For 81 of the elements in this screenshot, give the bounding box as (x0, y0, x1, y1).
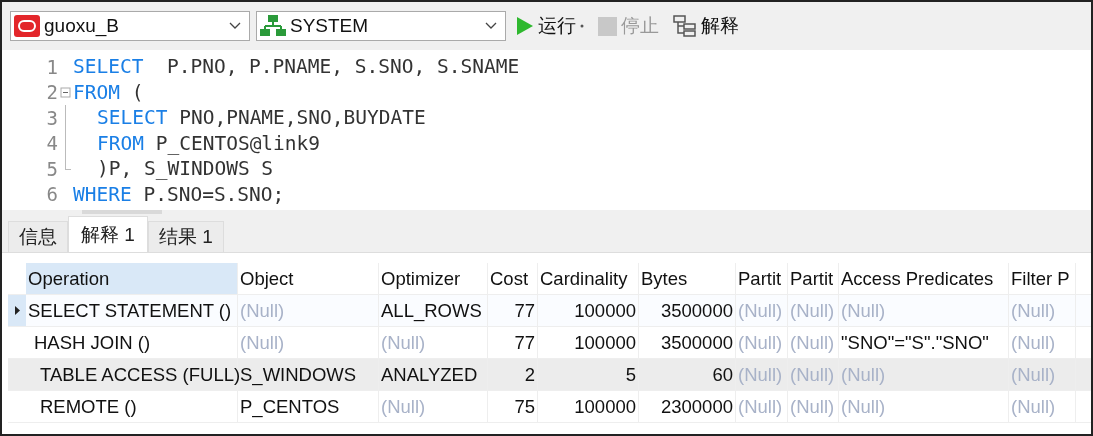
table-cell: (Null) (738, 363, 783, 386)
table-cell: 60 (712, 363, 733, 386)
column-header[interactable]: Partit (788, 263, 839, 294)
line-number: 4 (45, 132, 58, 155)
column-header[interactable]: Operation (26, 263, 238, 294)
column-header[interactable]: Cardinality (538, 263, 639, 294)
column-header[interactable]: Bytes (639, 263, 736, 294)
collapse-icon[interactable] (60, 86, 71, 98)
table-cell: 2 (524, 363, 535, 386)
code-line: WHERE P.SNO=S.SNO; (73, 182, 285, 206)
table-cell: S_WINDOWS (240, 363, 357, 386)
table-cell: 75 (514, 395, 535, 418)
tab[interactable]: 信息 (8, 221, 68, 252)
table-cell: (Null) (738, 395, 783, 418)
line-number: 6 (45, 183, 58, 206)
table-cell: (Null) (1011, 299, 1056, 322)
table-cell: 2300000 (660, 395, 733, 418)
column-header[interactable]: Object (238, 263, 379, 294)
table-cell: 100000 (574, 331, 636, 354)
table-cell: 77 (514, 299, 535, 322)
table-row[interactable]: TABLE ACCESS (FULL)S_WINDOWS ANALYZED 2 5 60 (Null) (Null) (Null) (Null) (8, 359, 1091, 391)
table-cell: (Null) (1011, 363, 1056, 386)
table-cell: P_CENTOS (240, 395, 340, 418)
caret-icon (485, 22, 497, 30)
table-cell: (Null) (790, 331, 835, 354)
caret-icon (229, 22, 241, 30)
table-cell: (Null) (790, 299, 835, 322)
line-number: 2 (45, 81, 58, 104)
tab[interactable]: 解释 1 (68, 216, 148, 252)
table-cell: (Null) (738, 299, 783, 322)
table-cell: (Null) (790, 395, 835, 418)
table-cell: ANALYZED (381, 363, 478, 386)
table-cell: "SNO"="S"."SNO" (841, 331, 989, 354)
column-header[interactable]: Filter P (1009, 263, 1076, 294)
line-number: 5 (45, 157, 58, 180)
table-cell-text: TABLE ACCESS (FULL) (39, 363, 241, 386)
table-row[interactable]: SELECT STATEMENT () (Null) ALL_ROWS 77 100000 3500000 (Null) (Null) (Null) (Null) (8, 295, 1091, 327)
code-line: SELECT PNO,PNAME,SNO,BUYDATE (96, 106, 426, 130)
table-cell: (Null) (738, 331, 783, 354)
table-cell: (Null) (1011, 395, 1056, 418)
code-line: )P, S_WINDOWS S (96, 157, 274, 181)
play-icon (516, 16, 534, 36)
column-header[interactable]: Access Predicates (839, 263, 1009, 294)
table-cell: (Null) (1011, 331, 1056, 354)
table-row[interactable]: REMOTE () P_CENTOS (Null) 75 100000 2300000 (Null) (Null) (Null) (Null) (8, 391, 1091, 423)
table-cell: (Null) (381, 395, 426, 418)
plan-icon (673, 15, 697, 37)
table-cell: (Null) (841, 395, 886, 418)
table-cell: SELECT STATEMENT () (28, 299, 232, 322)
line-number: 3 (45, 106, 58, 129)
code-line: FROM P_CENTOS@link9 (96, 131, 321, 155)
code-line: SELECT P.PNO, P.PNAME, S.SNO, S.SNAME (73, 55, 520, 79)
table-cell: 100000 (574, 395, 636, 418)
table-cell: (Null) (841, 363, 886, 386)
code-line: FROM ( (73, 80, 144, 104)
schema-dropdown[interactable]: SYSTEM (256, 11, 506, 41)
line-number: 1 (45, 55, 58, 78)
column-header[interactable]: Cost (488, 263, 538, 294)
table-cell: 3500000 (660, 331, 733, 354)
run-button[interactable]: 运行 (512, 13, 588, 39)
table-cell: 100000 (574, 299, 636, 322)
table-cell: 3500000 (660, 299, 733, 322)
stop-icon (598, 16, 617, 36)
table-cell: (Null) (790, 363, 835, 386)
connection-dropdown[interactable]: guoxu_B (10, 11, 250, 41)
table-cell-text: HASH JOIN () (33, 331, 151, 354)
table-cell: 5 (625, 363, 636, 386)
table-cell: (Null) (240, 331, 285, 354)
table-cell: 77 (514, 331, 535, 354)
table-cell: ALL_ROWS (381, 299, 482, 322)
table-cell-text: REMOTE () (39, 395, 137, 418)
table-cell: (Null) (240, 299, 285, 322)
column-header[interactable]: Partit (736, 263, 788, 294)
database-icon (14, 15, 40, 37)
hierarchy-icon (260, 15, 286, 37)
table-cell: (Null) (381, 331, 426, 354)
tab[interactable]: 结果 1 (147, 221, 224, 252)
table-cell: (Null) (841, 299, 886, 322)
explain-button[interactable]: 解释 (669, 13, 743, 39)
column-header[interactable]: Optimizer (379, 263, 488, 294)
dropdown-dot-icon (580, 24, 584, 28)
